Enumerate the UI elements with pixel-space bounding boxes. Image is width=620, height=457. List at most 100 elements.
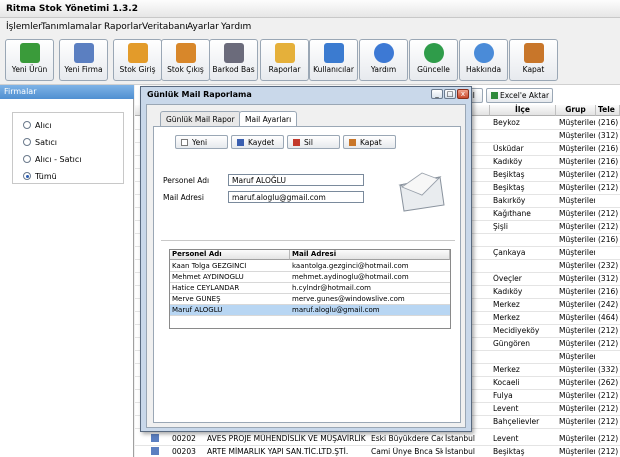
cell-ilce: Merkez [493,300,520,309]
cell-grup: Müşterilerim [559,261,595,270]
cell-name: AVES PROJE MÜHENDİSLİK VE MÜŞAVİRLİK [207,434,366,443]
update-button[interactable]: Güncelle [409,39,458,81]
cell-ilce: Bahçelievler [493,417,540,426]
save-button[interactable]: Kaydet [231,135,284,149]
column-header-grup[interactable]: Grup [556,105,596,116]
menu-ayarlar[interactable]: Ayarlar [187,22,219,32]
cell-mail-address: h.cylndr@hotmail.com [292,284,371,292]
cell-personnel-name: Kaan Tolga GEZGİNCİ [172,262,247,270]
grid-row[interactable]: Maruf ALOĞLU maruf.aloglu@gmail.com [170,305,450,316]
menu-veritabani[interactable]: Veritabanı [142,22,188,32]
help-button[interactable]: Yardım [359,39,408,81]
mail-report-dialog: Günlük Mail Raporlama _ □ x Günlük Mail … [140,86,472,432]
stock-in-button[interactable]: Stok Giriş [113,39,162,81]
cell-ilce: Öveçler [493,274,522,283]
cell-tel: (312) 1 [598,131,620,140]
reports-button[interactable]: Raporlar [260,39,309,81]
users-button[interactable]: Kullanıcılar [309,39,358,81]
cell-ilce: Fulya [493,391,513,400]
grid-header-mail-address[interactable]: Mail Adresi [290,250,450,260]
cell-tel: (212) 2 [598,209,620,218]
cell-ilce: Bakırköy [493,196,526,205]
grid-header-personnel-name[interactable]: Personel Adı [170,250,290,260]
cell-ilce: Şişli [493,222,508,231]
cell-grup: Müşterilerim [559,183,595,192]
cell-grup: Müşterilerim [559,447,595,456]
cell-tel: (332) 2 [598,365,620,374]
mail-address-label: Mail Adresi [163,193,204,202]
save-icon [237,139,244,146]
close-button[interactable]: x [457,89,469,99]
personnel-name-input[interactable]: Maruf ALOĞLU [228,174,364,186]
new-product-button[interactable]: Yeni Ürün [5,39,54,81]
grid-row[interactable]: Merve GÜNEŞ merve.gunes@windowslive.com [170,294,450,305]
menu-tanimlamalar[interactable]: Tanımlamalar [41,22,102,32]
column-header-tel[interactable]: Tele [596,105,620,116]
tab-mail-settings[interactable]: Mail Ayarları [239,111,298,127]
exit-button[interactable]: Kapat [509,39,558,81]
cell-tel: (212) 5 [598,339,620,348]
dialog-body: Günlük Mail Rapor Mail Ayarları Yeni Kay… [146,104,466,428]
cell-tel: (262) 3 [598,378,620,387]
minimize-button[interactable]: _ [431,89,443,99]
main-toolbar: Yeni Ürün Yeni Firma Stok Giriş Stok Çık… [0,35,620,85]
filter-all[interactable]: Tümü [23,172,57,181]
cell-grup: Müşterilerim [559,131,595,140]
filter-seller[interactable]: Satıcı [23,138,57,147]
cell-il: İstanbul [445,447,476,456]
window-title: Ritma Stok Yönetimi 1.3.2 [6,4,138,14]
delete-button[interactable]: Sil [287,135,340,149]
cell-personnel-name: Merve GÜNEŞ [172,295,221,303]
cell-personnel-name: Mehmet AYDINOĞLU [172,273,244,281]
cell-grup: Müşterilerim [559,365,595,374]
menu-islemler[interactable]: İşlemler [6,22,42,32]
about-icon [473,43,494,63]
cell-grup: Müşterilerim [559,196,595,205]
menu-yardim[interactable]: Yardım [221,22,251,32]
cell-ilce: Çankaya [493,248,526,257]
radio-icon [23,155,31,163]
maximize-button[interactable]: □ [444,89,456,99]
users-icon [323,43,344,63]
cell-mail-address: kaantolga.gezginci@hotmail.com [292,262,409,270]
grid-row[interactable]: Kaan Tolga GEZGİNCİ kaantolga.gezginci@ho… [170,261,450,272]
grid-row[interactable]: Hatice CEYLANDAR h.cylndr@hotmail.com [170,283,450,294]
delete-icon [293,139,300,146]
tab-daily-mail-report[interactable]: Günlük Mail Rapor [160,111,241,126]
column-header-ilce[interactable]: İlçe [490,105,556,116]
table-row[interactable]: 00203 ARTE MİMARLIK YAPI SAN.TİC.LTD.ŞTİ.… [135,446,620,457]
companies-panel-header: Firmalar [0,85,134,99]
cell-mail-address: merve.gunes@windowslive.com [292,295,405,303]
filter-buyer-seller[interactable]: Alıcı - Satıcı [23,155,81,164]
new-company-button[interactable]: Yeni Firma [59,39,108,81]
cell-grup: Müşterilerim [559,222,595,231]
filter-buyer[interactable]: Alıcı [23,121,52,130]
menu-raporlar[interactable]: Raporlar [104,22,142,32]
cell-grup: Müşterilerim [559,170,595,179]
stock-out-button[interactable]: Stok Çıkış [161,39,210,81]
dialog-title: Günlük Mail Raporlama [147,90,252,99]
cell-tel: (216) 5 [598,144,620,153]
radio-icon [23,138,31,146]
cell-grup: Müşterilerim [559,144,595,153]
barcode-print-button[interactable]: Barkod Bas [209,39,258,81]
new-button[interactable]: Yeni [175,135,228,149]
cell-grup: Müşterilerim [559,118,595,127]
close-form-button[interactable]: Kapat [343,135,396,149]
exit-icon [523,43,544,63]
cell-ilce: Kağıthane [493,209,531,218]
new-company-icon [73,43,94,63]
radio-selected-icon [23,172,31,180]
cell-personnel-name: Maruf ALOĞLU [172,306,223,314]
cell-ilce: Kocaeli [493,378,520,387]
cell-tel: (212) 2 [598,447,620,456]
cell-tel: (216) 4 [598,287,620,296]
cell-name: ARTE MİMARLIK YAPI SAN.TİC.LTD.ŞTİ. [207,447,349,456]
mail-address-input[interactable]: maruf.aloglu@gmail.com [228,191,364,203]
cell-ilce: Beykoz [493,118,520,127]
grid-row[interactable]: Mehmet AYDINOĞLU mehmet.aydinoglu@hotmail… [170,272,450,283]
export-excel-button[interactable]: Excel'e Aktar [486,88,553,103]
table-row[interactable]: 00202 AVES PROJE MÜHENDİSLİK VE MÜŞAVİRLİ… [135,433,620,446]
about-button[interactable]: Hakkında [459,39,508,81]
cell-ilce: Levent [493,404,519,413]
